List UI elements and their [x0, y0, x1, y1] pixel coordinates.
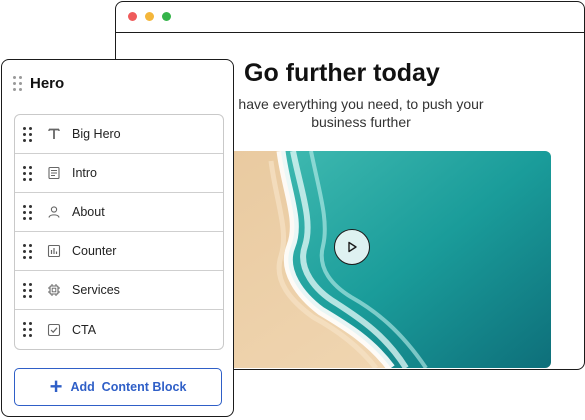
document-icon	[46, 165, 62, 181]
block-item-about[interactable]: About	[15, 193, 223, 232]
play-icon	[348, 241, 357, 253]
hero-subtitle: have everything you need, to push your b…	[238, 96, 484, 130]
block-item-intro[interactable]: Intro	[15, 154, 223, 193]
block-item-counter[interactable]: Counter	[15, 232, 223, 271]
content-block-list: Big Hero Intro About Counter Services CT…	[14, 114, 224, 350]
browser-title-bar	[116, 2, 584, 33]
panel-header: Hero	[13, 75, 64, 92]
plus-icon: +	[49, 374, 63, 399]
panel-drag-handle-icon[interactable]	[13, 76, 22, 91]
beach-aerial-image	[221, 151, 551, 368]
play-button[interactable]	[334, 229, 370, 265]
chip-icon	[46, 282, 62, 298]
user-icon	[46, 204, 62, 220]
block-label: Big Hero	[72, 127, 121, 141]
block-label: Counter	[72, 244, 117, 258]
panel-title: Hero	[30, 75, 65, 92]
drag-handle-icon[interactable]	[23, 165, 32, 181]
add-content-block-button[interactable]: + Add Content Block	[14, 368, 222, 406]
text-icon	[46, 126, 62, 142]
drag-handle-icon[interactable]	[23, 126, 32, 142]
block-item-big-hero[interactable]: Big Hero	[15, 115, 223, 154]
drag-handle-icon[interactable]	[23, 322, 32, 337]
block-item-cta[interactable]: CTA	[15, 310, 223, 349]
block-label: Services	[72, 283, 120, 297]
drag-handle-icon[interactable]	[23, 243, 32, 259]
block-label: Intro	[72, 166, 98, 180]
hero-title: Go further today	[244, 59, 440, 87]
drag-handle-icon[interactable]	[23, 282, 32, 298]
maximize-window-dot[interactable]	[162, 12, 171, 21]
drag-handle-icon[interactable]	[23, 204, 32, 220]
block-label: About	[72, 205, 105, 219]
minimize-window-dot[interactable]	[145, 12, 154, 21]
bar-chart-icon	[46, 243, 62, 259]
checkbox-icon	[46, 322, 62, 338]
block-label: CTA	[72, 322, 97, 337]
hero-blocks-panel: Hero Big Hero Intro About Counter Servic…	[1, 59, 234, 417]
hero-video[interactable]	[221, 151, 551, 368]
add-content-block-label: Add Content Block	[70, 380, 187, 394]
block-item-services[interactable]: Services	[15, 271, 223, 310]
close-window-dot[interactable]	[128, 12, 137, 21]
